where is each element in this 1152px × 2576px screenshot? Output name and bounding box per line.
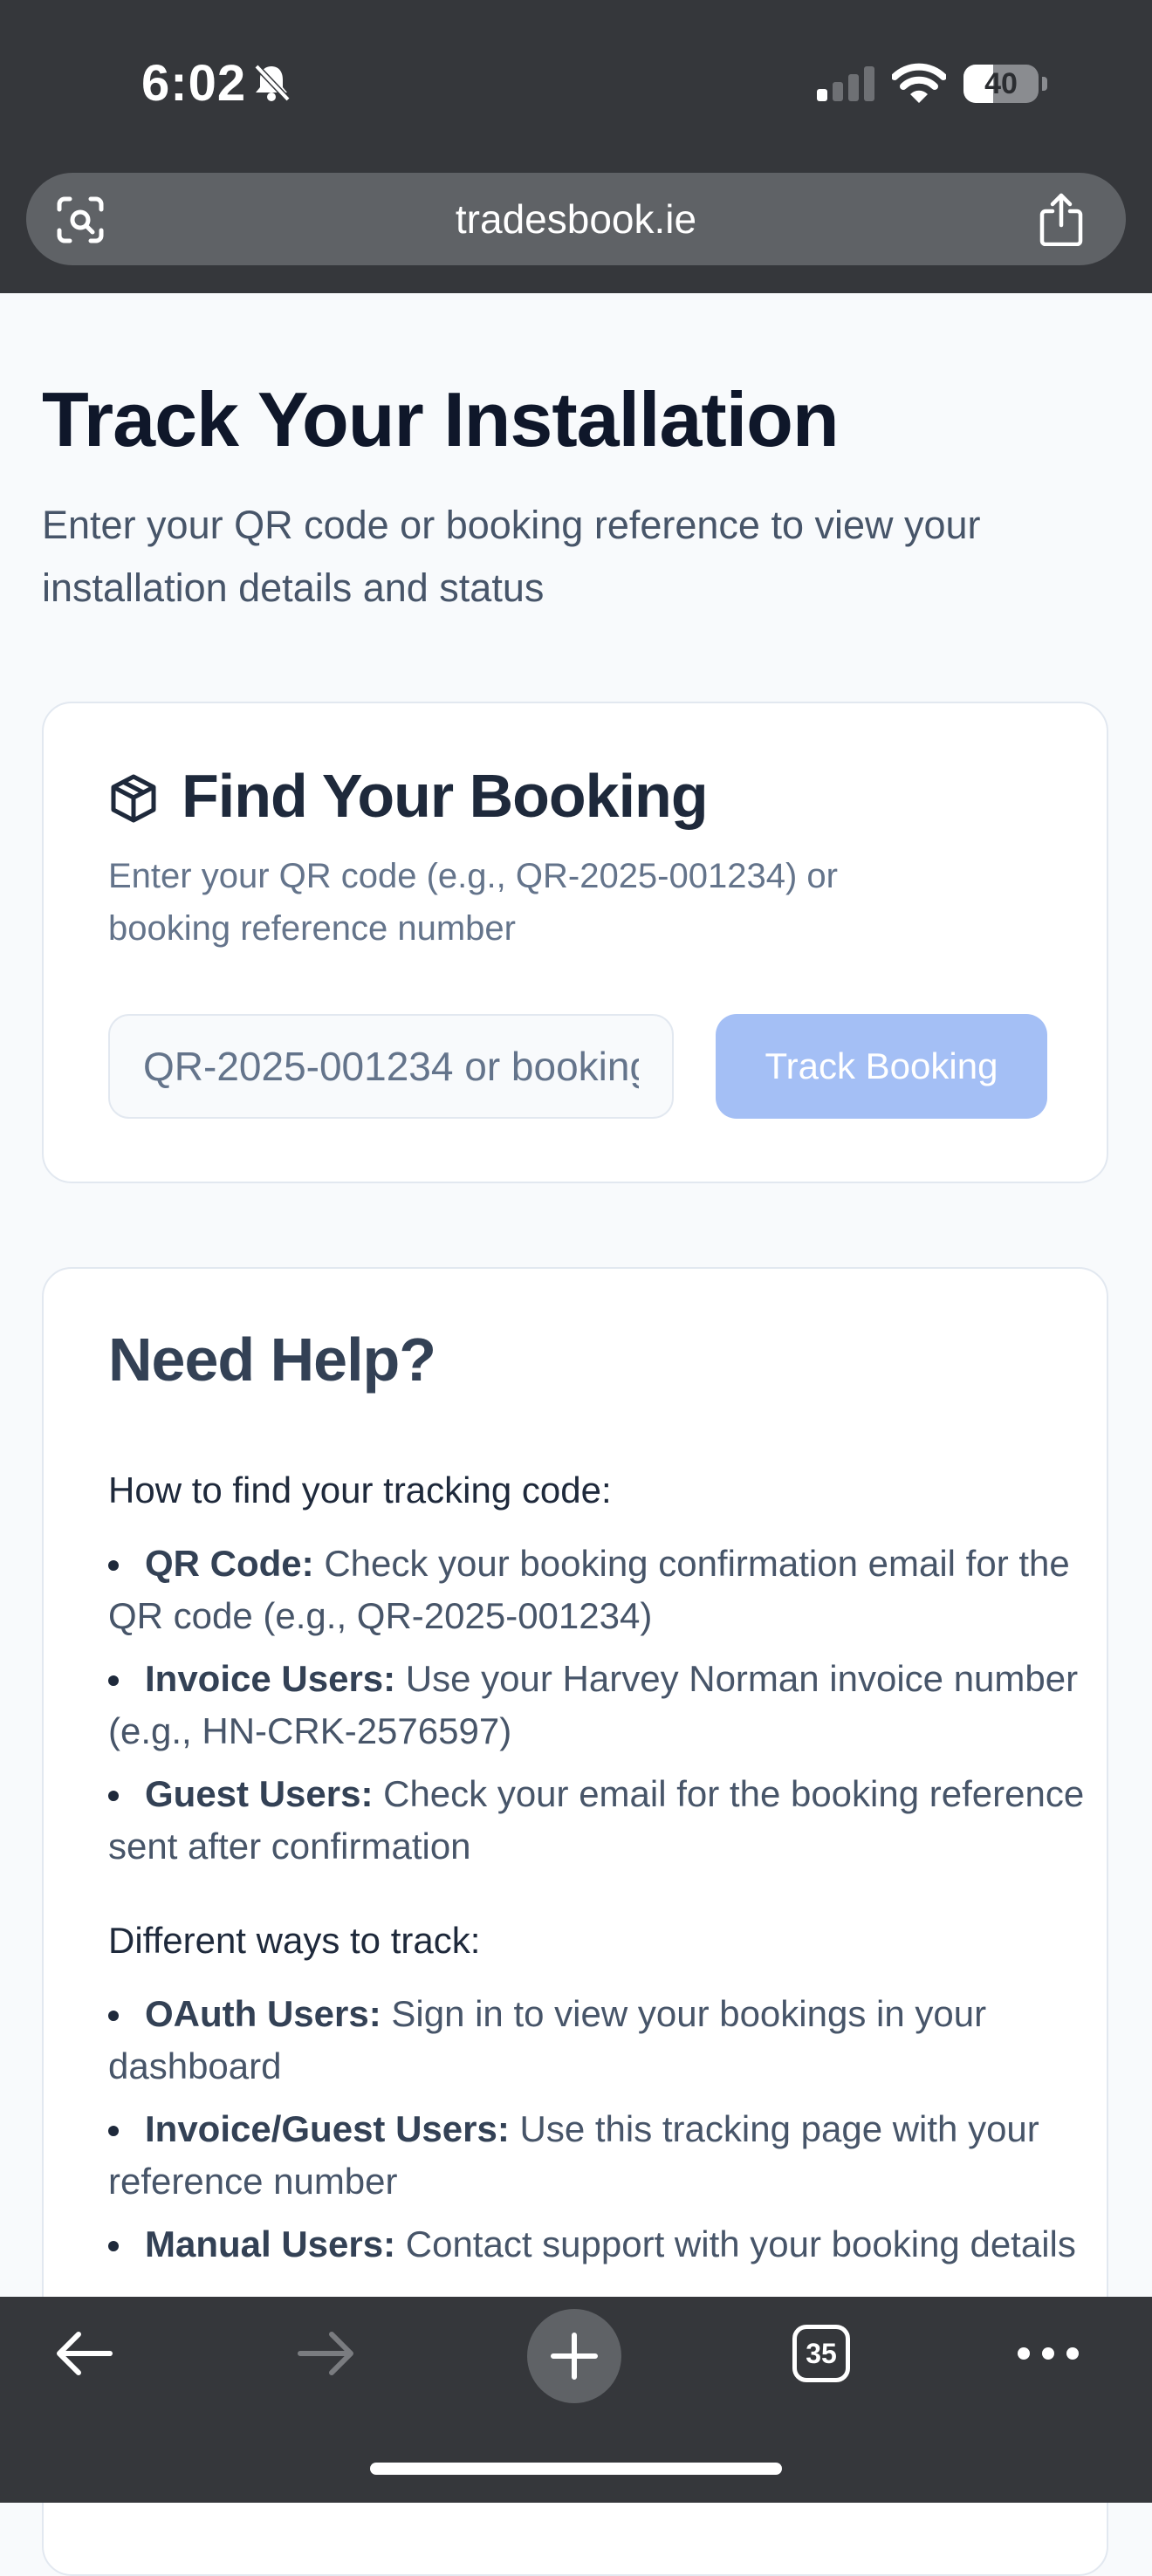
find-booking-description: Enter your QR code (e.g., QR-2025-001234… xyxy=(108,857,838,948)
home-indicator[interactable] xyxy=(370,2463,782,2475)
page-subtitle: Enter your QR code or booking reference … xyxy=(42,503,981,610)
list-item-label: Manual Users: xyxy=(145,2223,396,2264)
list-item-label: QR Code: xyxy=(145,1543,314,1584)
help-list-find-code: QR Code: Check your booking confirmation… xyxy=(108,1538,1086,1883)
list-item: Invoice Users: Use your Harvey Norman in… xyxy=(108,1653,1086,1757)
list-item-label: Guest Users: xyxy=(145,1773,374,1814)
list-item: Guest Users: Check your email for the bo… xyxy=(108,1768,1086,1873)
list-item-label: Invoice Users: xyxy=(145,1658,396,1699)
more-button[interactable] xyxy=(1000,2297,1096,2410)
help-list-ways-to-track: OAuth Users: Sign in to view your bookin… xyxy=(108,1988,1086,2281)
need-help-title: Need Help? xyxy=(108,1326,436,1394)
find-booking-card: Find Your Booking Enter your QR code (e.… xyxy=(42,702,1108,1183)
plus-icon xyxy=(551,2333,598,2380)
help-section-heading: Different ways to track: xyxy=(108,1920,481,1961)
share-icon[interactable] xyxy=(1037,192,1086,246)
list-item-label: Invoice/Guest Users: xyxy=(145,2108,510,2149)
new-tab-button[interactable] xyxy=(527,2309,621,2403)
booking-reference-input[interactable] xyxy=(108,1014,674,1119)
arrow-left-icon xyxy=(57,2332,113,2375)
list-item: QR Code: Check your booking confirmation… xyxy=(108,1538,1086,1642)
back-button[interactable] xyxy=(35,2297,131,2410)
forward-button[interactable] xyxy=(279,2297,375,2410)
list-item: Invoice/Guest Users: Use this tracking p… xyxy=(108,2103,1086,2208)
browser-top-chrome: 6:02 40 tradesbook.ie xyxy=(0,0,1152,293)
list-item-label: OAuth Users: xyxy=(145,1993,381,2034)
page-title: Track Your Installation xyxy=(42,376,840,462)
status-time: 6:02 xyxy=(141,55,247,112)
tabs-button[interactable]: 35 xyxy=(773,2297,869,2410)
battery-level: 40 xyxy=(984,67,1018,100)
cellular-signal-icon xyxy=(817,66,874,101)
url-text[interactable]: tradesbook.ie xyxy=(26,173,1126,265)
list-item: Manual Users: Contact support with your … xyxy=(108,2218,1086,2271)
wifi-icon xyxy=(892,63,946,103)
list-item: OAuth Users: Sign in to view your bookin… xyxy=(108,1988,1086,2093)
battery-indicator: 40 xyxy=(963,65,1039,103)
url-bar[interactable]: tradesbook.ie xyxy=(26,173,1126,265)
find-booking-title: Find Your Booking xyxy=(182,762,709,830)
track-booking-button[interactable]: Track Booking xyxy=(716,1014,1047,1119)
more-dots-icon xyxy=(1018,2347,1079,2360)
box-icon xyxy=(111,774,156,823)
list-item-text: Contact support with your booking detail… xyxy=(395,2223,1076,2264)
tab-count: 35 xyxy=(792,2325,850,2382)
battery-tip xyxy=(1042,77,1047,91)
arrow-right-icon xyxy=(298,2332,353,2375)
bell-muted-icon xyxy=(254,64,291,102)
help-section-heading: How to find your tracking code: xyxy=(108,1470,612,1511)
